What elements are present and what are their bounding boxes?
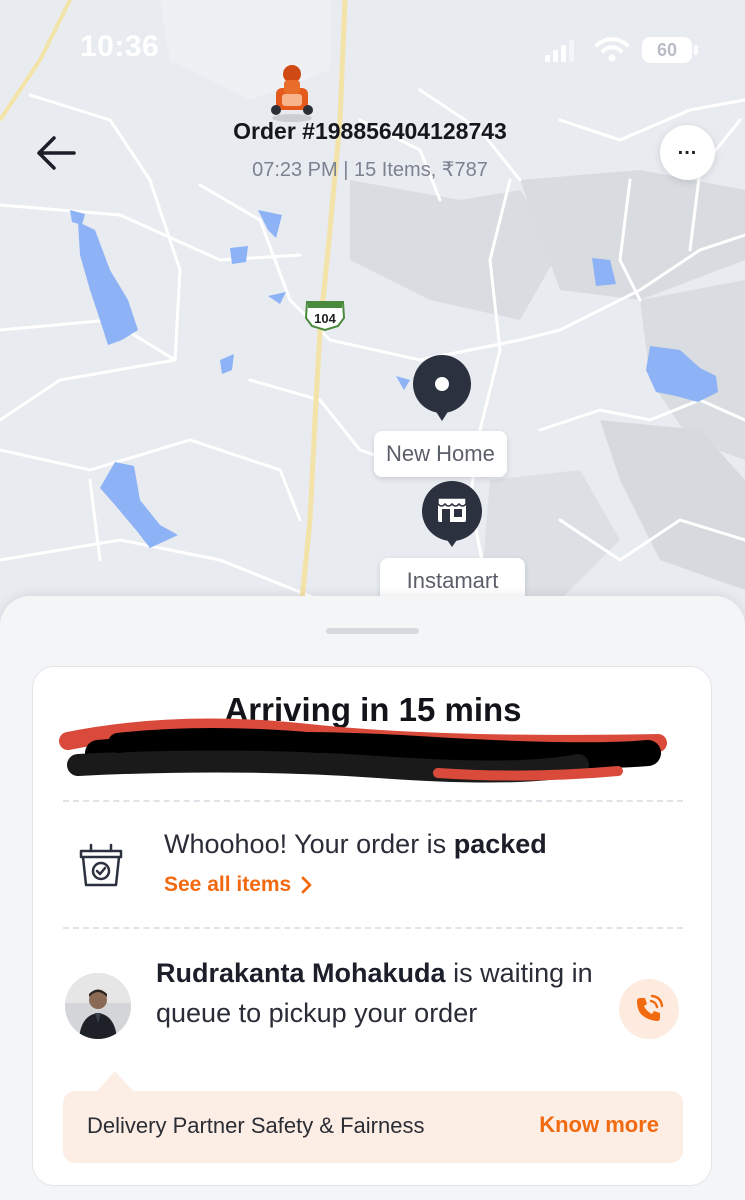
sheet-drag-handle[interactable] bbox=[326, 628, 419, 634]
rider-name: Rudrakanta Mohakuda bbox=[156, 958, 446, 988]
divider bbox=[63, 800, 683, 802]
more-options-button[interactable]: ... bbox=[660, 125, 715, 180]
rider-status-suffix: is bbox=[453, 958, 473, 988]
status-bar: 10:36 60 bbox=[0, 0, 745, 100]
order-header: Order #198856404128743 07:23 PM | 15 Ite… bbox=[120, 118, 620, 182]
back-button[interactable] bbox=[28, 128, 84, 178]
order-tracking-sheet: Arriving in 15 mins Mantri Webcity, ... … bbox=[0, 596, 745, 1200]
safety-banner-pointer bbox=[97, 1071, 133, 1091]
battery-level: 60 bbox=[656, 39, 678, 60]
status-time: 10:36 bbox=[80, 30, 160, 63]
home-location-label: New Home bbox=[374, 431, 507, 477]
signal-icon bbox=[545, 40, 574, 62]
divider bbox=[63, 927, 683, 929]
redaction-scribble bbox=[59, 718, 667, 783]
order-packed-status: Whoohoo! Your order is packed bbox=[164, 829, 547, 860]
highway-shield-label: 104 bbox=[314, 311, 336, 326]
know-more-link[interactable]: Know more bbox=[539, 1112, 659, 1138]
arrow-left-icon bbox=[37, 136, 76, 170]
wifi-icon bbox=[595, 37, 629, 62]
store-location-pin-icon[interactable] bbox=[422, 481, 482, 549]
call-rider-button[interactable] bbox=[619, 979, 679, 1039]
see-all-items-link[interactable]: See all items bbox=[164, 873, 313, 897]
home-location-pin-icon[interactable] bbox=[413, 355, 471, 423]
tracking-card: Arriving in 15 mins Mantri Webcity, ... … bbox=[32, 666, 712, 1186]
chevron-right-icon bbox=[301, 876, 312, 894]
order-meta: 07:23 PM | 15 Items, ₹787 bbox=[252, 159, 488, 181]
delivery-safety-banner[interactable]: Delivery Partner Safety & Fairness Know … bbox=[63, 1091, 683, 1163]
packed-status-prefix: Whoohoo! Your order is bbox=[164, 829, 447, 859]
rider-avatar bbox=[65, 973, 131, 1039]
battery-icon: 60 bbox=[642, 37, 692, 63]
phone-call-icon bbox=[637, 994, 664, 1021]
highway-shield-icon: 104 bbox=[304, 301, 346, 332]
see-all-items-label: See all items bbox=[164, 873, 292, 896]
rider-status: Rudrakanta Mohakuda is waiting in queue … bbox=[156, 953, 596, 1033]
order-title: Order #198856404128743 bbox=[233, 118, 507, 144]
packed-status-bold: packed bbox=[453, 829, 547, 859]
more-horizontal-icon: ... bbox=[677, 137, 698, 159]
safety-banner-text: Delivery Partner Safety & Fairness bbox=[87, 1113, 425, 1138]
basket-check-icon bbox=[79, 843, 123, 887]
battery-cap bbox=[694, 45, 698, 55]
rider-photo bbox=[65, 973, 131, 1039]
